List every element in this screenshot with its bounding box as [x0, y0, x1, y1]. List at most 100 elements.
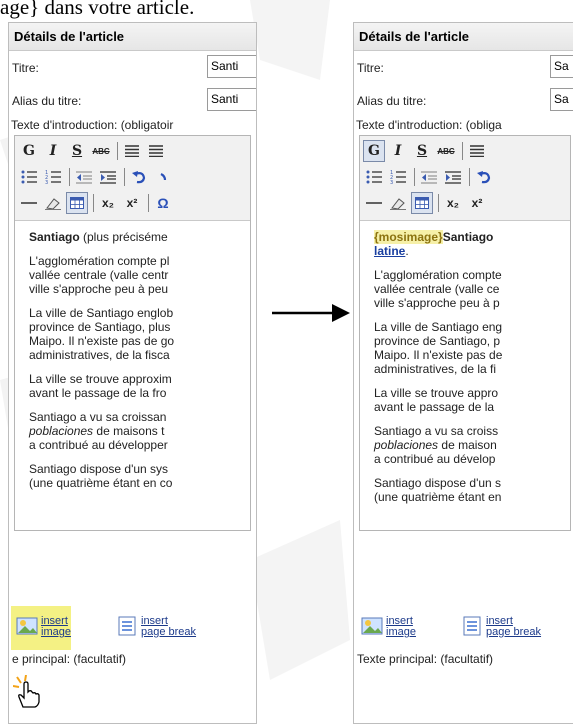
main-text-label: Texte principal: (facultatif): [357, 652, 494, 666]
text: Santiago a vu sa croiss: [374, 424, 499, 438]
text: (plus précisémе: [79, 230, 168, 244]
insert-image-button[interactable]: insert image: [11, 606, 110, 650]
title-input[interactable]: Santi: [207, 55, 256, 78]
table-icon[interactable]: [66, 192, 88, 214]
underline-button[interactable]: S: [411, 140, 433, 162]
alias-row: Alias du titre: Santi: [9, 84, 256, 117]
special-char-icon[interactable]: Ω: [152, 192, 174, 214]
toolbar-separator: [69, 168, 70, 186]
page-break-icon: [118, 616, 136, 636]
image-icon: [16, 617, 38, 635]
undo-icon[interactable]: [128, 166, 150, 188]
toolbar-separator: [93, 194, 94, 212]
horizontal-rule-icon[interactable]: [18, 192, 40, 214]
italic-button[interactable]: I: [42, 140, 64, 162]
insert-page-break-button[interactable]: insert page break: [114, 608, 210, 642]
insert-page-break-button[interactable]: insert page break: [459, 608, 555, 642]
title-row: Titre: Sa: [354, 51, 573, 84]
bold-text: Santiago: [29, 230, 80, 244]
title-label: Titre:: [357, 61, 384, 75]
insert-image-button[interactable]: insert image: [359, 608, 455, 642]
superscript-button[interactable]: x²: [466, 192, 488, 214]
bullet-list-icon[interactable]: [363, 166, 385, 188]
subscript-button[interactable]: x₂: [97, 192, 119, 214]
svg-text:3: 3: [390, 180, 393, 184]
main-text-label: e principal: (facultatif): [12, 652, 127, 666]
redo-icon[interactable]: [152, 166, 174, 188]
italic-text: poblaciones: [29, 424, 94, 438]
article-details-panel-before: Détails de l'article Titre: Santi Alias …: [8, 22, 257, 724]
eraser-icon[interactable]: [42, 192, 64, 214]
alias-input[interactable]: Sa: [550, 88, 573, 111]
title-input[interactable]: Sa: [550, 55, 573, 78]
align-center-icon[interactable]: [145, 140, 167, 162]
alias-input[interactable]: Santi: [207, 88, 256, 111]
paragraph: La ville se trouve appro avant le passag…: [374, 386, 499, 414]
editor-content[interactable]: Santiago (plus précisémе L'agglomération…: [15, 221, 250, 530]
caption-text: age} dans votre article.: [0, 0, 195, 19]
paragraph: Santiago (plus précisémе: [29, 230, 242, 244]
intro-label: Texte d'introduction: (obligatoir: [11, 118, 174, 132]
paragraph: L'agglomération compte pl vallée central…: [29, 254, 170, 296]
bold-button[interactable]: G: [18, 140, 40, 162]
button-label: image: [386, 626, 416, 638]
strikethrough-button[interactable]: ABC: [435, 140, 457, 162]
page-break-icon: [463, 616, 481, 636]
svg-text:3: 3: [45, 180, 48, 184]
undo-icon[interactable]: [473, 166, 495, 188]
numbered-list-icon[interactable]: 123: [387, 166, 409, 188]
text: Santiago a vu sa croissan: [29, 410, 167, 424]
toolbar-separator: [438, 194, 439, 212]
hand-cursor-icon: [13, 675, 40, 708]
button-label: page break: [486, 626, 542, 638]
panel-header: Détails de l'article: [354, 23, 573, 51]
alias-row: Alias du titre: Sa: [354, 84, 573, 117]
rich-text-editor: G I S ABC 123 x₂ x² {mosimage}Santiago l…: [359, 135, 571, 531]
panel-header: Détails de l'article: [9, 23, 256, 51]
strikethrough-button[interactable]: ABC: [90, 140, 112, 162]
link-text[interactable]: latine: [374, 244, 405, 258]
toolbar-separator: [469, 168, 470, 186]
paragraph: Santiago a vu sa croissan poblaciones de…: [29, 410, 242, 452]
subscript-button[interactable]: x₂: [442, 192, 464, 214]
italic-text: poblaciones: [374, 438, 439, 452]
toolbar-separator: [124, 168, 125, 186]
toolbar-separator: [148, 194, 149, 212]
editor-toolbar: G I S ABC 123 x₂ x²: [360, 136, 570, 221]
title-row: Titre: Santi: [9, 51, 256, 84]
toolbar-separator: [462, 142, 463, 160]
intro-label: Texte d'introduction: (obliga: [356, 118, 502, 132]
mosimage-tag: {mosimage}: [374, 230, 443, 244]
alias-label: Alias du titre:: [12, 94, 82, 108]
bold-button[interactable]: G: [363, 140, 385, 162]
paragraph: Santiago dispose d'un sys (une quatrième…: [29, 462, 173, 490]
paragraph: Santiago a vu sa croiss poblaciones de m…: [374, 424, 562, 466]
title-label: Titre:: [12, 61, 39, 75]
alias-label: Alias du titre:: [357, 94, 427, 108]
button-label: page break: [141, 626, 197, 638]
outdent-icon[interactable]: [418, 166, 440, 188]
editor-content[interactable]: {mosimage}Santiago latine. L'agglomérati…: [360, 221, 570, 530]
eraser-icon[interactable]: [387, 192, 409, 214]
table-icon[interactable]: [411, 192, 433, 214]
bullet-list-icon[interactable]: [18, 166, 40, 188]
paragraph: La ville de Santiago englob province de …: [29, 306, 175, 362]
underline-button[interactable]: S: [66, 140, 88, 162]
toolbar-separator: [414, 168, 415, 186]
indent-icon[interactable]: [442, 166, 464, 188]
article-details-panel-after: Détails de l'article Titre: Sa Alias du …: [353, 22, 573, 724]
numbered-list-icon[interactable]: 123: [42, 166, 64, 188]
horizontal-rule-icon[interactable]: [363, 192, 385, 214]
paragraph: La ville se trouve approxim avant le pas…: [29, 372, 172, 400]
indent-icon[interactable]: [97, 166, 119, 188]
italic-button[interactable]: I: [387, 140, 409, 162]
align-left-icon[interactable]: [121, 140, 143, 162]
outdent-icon[interactable]: [73, 166, 95, 188]
image-icon: [361, 617, 383, 635]
rich-text-editor: G I S ABC 123 x₂ x² Ω Santiago (plus pré…: [14, 135, 251, 531]
paragraph: Santiago dispose d'un s (une quatrième é…: [374, 476, 502, 504]
superscript-button[interactable]: x²: [121, 192, 143, 214]
align-left-icon[interactable]: [466, 140, 488, 162]
button-label: image: [41, 626, 71, 638]
editor-toolbar: G I S ABC 123 x₂ x² Ω: [15, 136, 250, 221]
